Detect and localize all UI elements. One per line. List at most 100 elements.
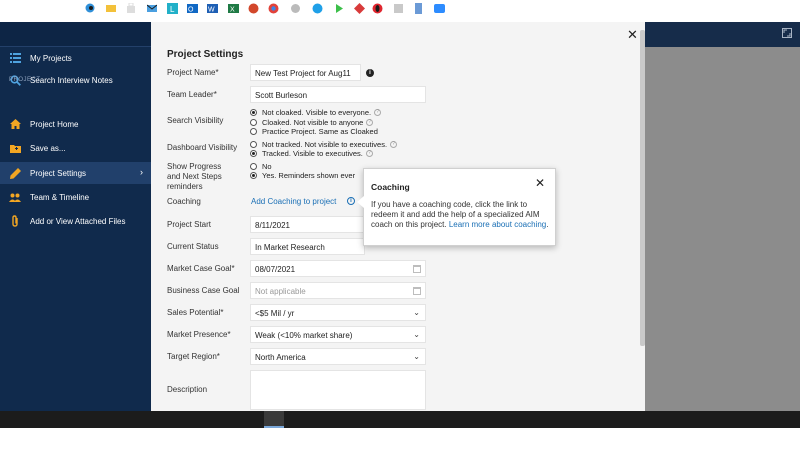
radio[interactable] — [250, 140, 257, 148]
expand-icon[interactable] — [782, 28, 792, 38]
file-explorer-icon[interactable] — [106, 3, 117, 14]
project-start-input[interactable]: 8/11/2021 — [250, 216, 365, 233]
taskbar-app-icon[interactable] — [393, 3, 404, 14]
modal-backdrop[interactable] — [645, 22, 800, 411]
market-presence-select[interactable]: Weak (<10% market share) ⌄ — [250, 326, 426, 343]
taskbar-active-indicator — [264, 411, 284, 428]
search-visibility-option-1[interactable]: Not cloaked. Visible to everyone.? — [250, 107, 382, 117]
sidebar-item-label: Project Settings — [30, 168, 87, 178]
taskbar-app-icon[interactable] — [354, 3, 365, 14]
svg-text:W: W — [208, 7, 215, 14]
sidebar-item-project-home[interactable]: Project Home — [0, 113, 151, 135]
close-panel-button[interactable]: ✕ — [627, 27, 638, 43]
team-leader-input[interactable]: Scott Burleson — [250, 86, 426, 103]
sales-potential-select[interactable]: <$5 Mil / yr ⌄ — [250, 304, 426, 321]
info-icon[interactable]: i — [366, 69, 374, 77]
search-visibility-option-3[interactable]: Practice Project. Same as Cloaked — [250, 126, 378, 136]
chevron-down-icon: ⌄ — [413, 308, 420, 317]
project-start-label: Project Start — [167, 220, 212, 229]
svg-text:L: L — [170, 5, 175, 14]
sidebar-item-my-projects[interactable]: My Projects — [0, 47, 151, 69]
radio-selected[interactable] — [250, 108, 257, 116]
add-coaching-link[interactable]: Add Coaching to project — [251, 197, 336, 207]
sidebar-item-label: Team & Timeline — [30, 192, 90, 202]
business-case-goal-input[interactable]: Not applicable — [250, 282, 426, 299]
radio[interactable] — [250, 162, 257, 170]
taskbar-app-icon[interactable] — [413, 3, 424, 14]
learn-more-link[interactable]: Learn more about coaching — [449, 220, 546, 229]
zoom-icon[interactable] — [434, 3, 445, 14]
radio-selected[interactable] — [250, 149, 257, 157]
task-view-icon[interactable] — [44, 3, 55, 14]
label-line: reminders — [167, 182, 203, 191]
taskbar-clock[interactable]: 10:34 AM 9/2/2021 — [775, 2, 796, 14]
edge-icon[interactable] — [85, 3, 96, 14]
svg-text:X: X — [230, 7, 235, 14]
skype-icon[interactable] — [312, 3, 323, 14]
taskbar-app-icon[interactable] — [290, 3, 301, 14]
sidebar-item-save-as[interactable]: Save as... — [0, 137, 151, 159]
popover-text-end: . — [546, 220, 549, 229]
target-region-select[interactable]: North America ⌄ — [250, 348, 426, 365]
radio-selected[interactable] — [250, 171, 257, 179]
app-l-icon[interactable]: L — [167, 3, 178, 14]
mail-icon[interactable] — [146, 3, 158, 14]
store-icon[interactable] — [126, 2, 137, 14]
business-case-goal-label: Business Case Goal — [167, 286, 240, 295]
team-leader-label: Team Leader* — [167, 90, 217, 99]
market-case-goal-input[interactable]: 08/07/2021 — [250, 260, 426, 277]
market-case-goal-value: 08/07/2021 — [255, 265, 296, 274]
taskbar-app-icon[interactable] — [334, 3, 345, 14]
windows-start-icon[interactable] — [4, 3, 15, 14]
market-presence-value: Weak (<10% market share) — [255, 331, 353, 340]
market-presence-label: Market Presence* — [167, 330, 231, 339]
current-status-select[interactable]: In Market Research — [250, 238, 365, 255]
home-icon — [9, 118, 21, 130]
powerpoint-icon[interactable] — [248, 3, 259, 14]
radio[interactable] — [250, 118, 257, 126]
business-case-goal-placeholder: Not applicable — [255, 287, 306, 296]
sidebar-item-project-settings[interactable]: Project Settings › — [0, 162, 151, 184]
description-textarea[interactable] — [250, 370, 426, 410]
taskbar-search-icon[interactable] — [24, 3, 35, 14]
show-progress-option-yes[interactable]: Yes. Reminders shown ever — [250, 170, 355, 180]
label-line: Show Progress — [167, 162, 222, 171]
calendar-icon[interactable] — [413, 265, 421, 273]
sidebar-item-label: My Projects — [30, 53, 72, 63]
popover-arrow — [357, 196, 364, 208]
sidebar-item-attached-files[interactable]: Add or View Attached Files — [0, 210, 151, 232]
label-line: and Next Steps — [167, 172, 222, 181]
option-label: Practice Project. Same as Cloaked — [262, 126, 378, 136]
help-icon[interactable]: ? — [374, 108, 382, 116]
word-icon[interactable]: W — [207, 3, 218, 14]
info-icon[interactable]: i — [347, 197, 355, 205]
project-name-input[interactable]: New Test Project for Aug11 — [250, 64, 361, 81]
option-label: Tracked. Visible to executives. — [262, 148, 363, 158]
sidebar-item-label: Project Home — [30, 119, 79, 129]
option-label: Not cloaked. Visible to everyone. — [262, 107, 372, 117]
calendar-icon[interactable] — [413, 287, 421, 295]
popover-body: If you have a coaching code, click the l… — [371, 200, 551, 230]
excel-icon[interactable]: X — [228, 3, 239, 14]
opera-icon[interactable] — [372, 3, 383, 14]
help-icon[interactable]: ? — [390, 140, 398, 148]
close-popover-button[interactable]: ✕ — [535, 176, 545, 190]
radio[interactable] — [250, 127, 257, 135]
chevron-right-icon: › — [140, 167, 143, 177]
outlook-icon[interactable]: O — [187, 3, 198, 14]
dashboard-visibility-option-2[interactable]: Tracked. Visible to executives.? — [250, 148, 373, 158]
folder-plus-icon — [9, 142, 21, 154]
panel-scrollbar[interactable] — [640, 30, 645, 346]
sidebar-item-team-timeline[interactable]: Team & Timeline — [0, 186, 151, 208]
sales-potential-value: <$5 Mil / yr — [255, 309, 295, 318]
help-icon[interactable]: ? — [365, 149, 373, 157]
chrome-icon[interactable] — [268, 3, 279, 14]
paperclip-icon — [9, 215, 21, 227]
pencil-icon — [9, 167, 21, 179]
taskbar-app-icon[interactable] — [64, 3, 75, 14]
help-icon[interactable]: ? — [366, 118, 374, 126]
sidebar-item-label: Search Interview Notes — [30, 75, 113, 85]
team-leader-value: Scott Burleson — [255, 91, 308, 100]
target-region-value: North America — [255, 353, 306, 362]
sidebar-item-label: Save as... — [30, 143, 66, 153]
